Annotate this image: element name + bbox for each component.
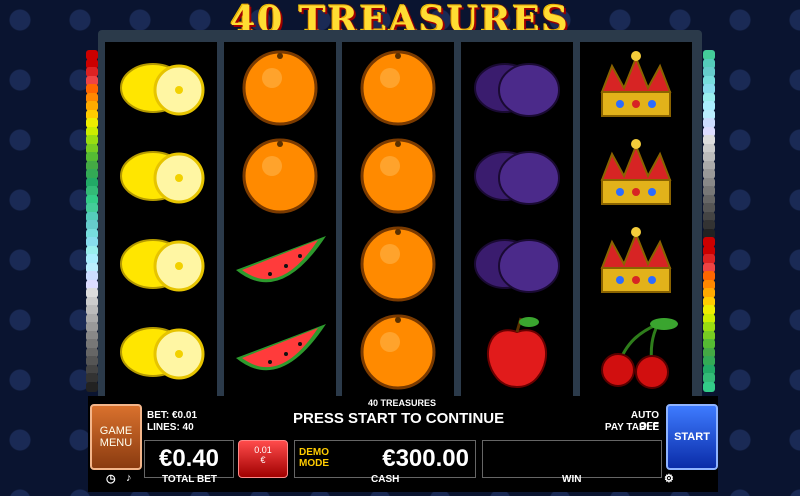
settings-icon[interactable]: ⚙ [664, 472, 674, 485]
reel-2 [224, 42, 336, 398]
crown-symbol [584, 46, 688, 130]
lemon-symbol [109, 134, 213, 218]
win-display [482, 440, 662, 478]
menu-label-1: GAME [99, 425, 133, 437]
plum-symbol [465, 222, 569, 306]
watermelon-symbol [228, 310, 332, 394]
cash-label: CASH [371, 474, 400, 485]
start-label: START [674, 431, 710, 443]
paytable-button[interactable]: PAY TABLE [602, 422, 659, 433]
demo-mode-line1: DEMO [299, 447, 329, 458]
coin-currency: € [260, 455, 266, 465]
crown-symbol [584, 134, 688, 218]
orange-symbol [346, 222, 450, 306]
clock-icon[interactable]: ◷ [106, 472, 116, 485]
orange-symbol [346, 134, 450, 218]
reel-3 [342, 42, 454, 398]
start-button[interactable]: START [666, 404, 718, 470]
lemon-symbol [109, 310, 213, 394]
cash-display: DEMO MODE €300.00 [294, 440, 476, 478]
total-bet-label: TOTAL BET [162, 474, 217, 485]
coin-value: 0.01 [254, 445, 272, 455]
lemon-symbol [109, 46, 213, 130]
reel-4 [461, 42, 573, 398]
lines-label: LINES: 40 [147, 422, 194, 433]
orange-symbol [346, 46, 450, 130]
apple-symbol [465, 310, 569, 394]
status-message: PRESS START TO CONTINUE [293, 410, 505, 427]
plum-symbol [465, 46, 569, 130]
demo-mode-line2: MODE [299, 458, 329, 469]
bet-label: BET: €0.01 [147, 410, 198, 421]
lemon-symbol [109, 222, 213, 306]
line-indicator [703, 381, 715, 392]
win-label: WIN [562, 474, 582, 485]
plum-symbol [465, 134, 569, 218]
menu-label-2: MENU [99, 437, 133, 449]
line-indicator [86, 381, 98, 392]
total-bet-display: €0.40 [144, 440, 234, 478]
game-subtitle: 40 TREASURES [368, 398, 437, 408]
orange-symbol [228, 46, 332, 130]
orange-symbol [346, 310, 450, 394]
game-menu-button[interactable]: GAME MENU [90, 404, 142, 470]
reel-5 [580, 42, 692, 398]
coin-value-button[interactable]: 0.01 € [238, 440, 288, 478]
orange-symbol [228, 134, 332, 218]
cash-value: €300.00 [382, 445, 469, 472]
cherries-symbol [584, 310, 688, 394]
crown-symbol [584, 222, 688, 306]
watermelon-symbol [228, 222, 332, 306]
reel-1 [105, 42, 217, 398]
sound-icon[interactable]: ♪ [126, 472, 132, 484]
